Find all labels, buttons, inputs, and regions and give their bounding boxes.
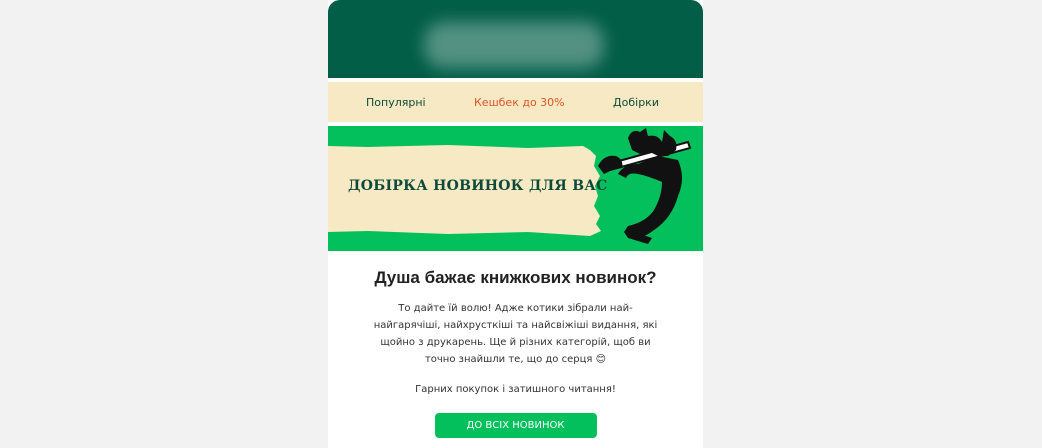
cat-silhouette-icon [598, 128, 682, 244]
content-closing-text: Гарних покупок і затишного читання! [415, 384, 616, 395]
content-body-text: То дайте їй волю! Адже котики зібрали на… [373, 303, 658, 365]
nav-link-popular[interactable]: Популярні [366, 96, 426, 109]
all-new-books-button[interactable]: ДО ВСІХ НОВИНОК [434, 413, 597, 438]
banner-title: ДОБІРКА НОВИНОК ДЛЯ ВАС [348, 178, 608, 194]
email-container: Популярні Кешбек до 30% Добірки ДОБІРКА … [328, 0, 703, 448]
promo-banner[interactable]: ДОБІРКА НОВИНОК ДЛЯ ВАС [328, 126, 703, 251]
nav-link-cashback[interactable]: Кешбек до 30% [474, 96, 565, 109]
nav-bar: Популярні Кешбек до 30% Добірки [328, 82, 703, 122]
email-header [328, 0, 703, 78]
brand-logo-blurred[interactable] [424, 22, 604, 68]
email-content: Душа бажає книжкових новинок? То дайте ї… [328, 251, 703, 438]
content-heading: Душа бажає книжкових новинок? [374, 268, 657, 287]
nav-link-collections[interactable]: Добірки [613, 96, 659, 109]
